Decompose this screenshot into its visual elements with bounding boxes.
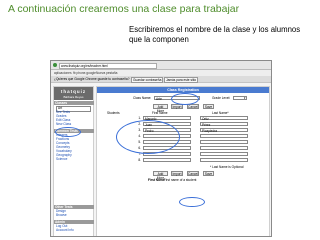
sidebar-header: thatquiz Bárbara Reyes [54, 87, 93, 100]
classes-heading: Classes [54, 101, 94, 105]
first-name-header: First Name [152, 111, 168, 115]
last-name-input[interactable] [200, 158, 248, 162]
highlight-ellipse-new-class [55, 127, 81, 137]
save-password-button[interactable]: Guardar contraseña [131, 77, 164, 83]
row-number: 1. [138, 116, 141, 120]
import-button-bottom[interactable]: Import [171, 171, 183, 176]
last-name-input[interactable] [200, 134, 248, 138]
row-number: 8. [138, 158, 141, 162]
site-logo: thatquiz [60, 89, 87, 94]
slide-title: A continuación crearemos una clase para … [8, 3, 240, 15]
chevron-down-icon: ▼ [243, 97, 246, 100]
sidebar-link-browse[interactable]: Browse [56, 213, 67, 218]
never-save-button[interactable]: Jamás para este sitio [164, 77, 199, 83]
sidebar-link-account-info[interactable]: Account Info [56, 228, 74, 233]
grade-level-label: Grade Level: [212, 96, 231, 100]
highlight-ellipse-class-name [171, 93, 199, 105]
sidebar: thatquiz Bárbara Reyes Classes Art See T… [53, 86, 94, 236]
last-name-input[interactable]: Pérez [200, 122, 248, 127]
add-more-button[interactable]: Add More [153, 104, 168, 113]
highlight-ellipse-save [179, 197, 205, 207]
add-more-button-bottom[interactable]: Add More [153, 171, 168, 180]
page-icon [53, 63, 57, 67]
class-name-label: Class Name: [133, 96, 152, 100]
last-name-input[interactable] [200, 152, 248, 156]
address-bar: www.thatquiz.org/es/teacher.html [51, 61, 271, 70]
callout-text: Escribiremos el nombre de la clase y los… [129, 25, 301, 44]
infobar-message: ¿Quieres que Google Chrome guarde tu con… [54, 77, 130, 81]
last-name-input[interactable] [200, 146, 248, 150]
last-name-input[interactable]: Ortiz [200, 116, 248, 121]
first-name-input[interactable] [143, 158, 191, 162]
password-infobar: ¿Quieres que Google Chrome guarde tu con… [51, 76, 271, 83]
students-label: Students [107, 111, 120, 115]
last-name-input[interactable] [200, 140, 248, 144]
help-text: : First name of a student [162, 178, 197, 182]
last-name-input[interactable]: Picapiedra [200, 128, 248, 133]
sidebar-link-science[interactable]: Science [56, 157, 67, 162]
bookmark-item[interactable]: Nueva pestaña [96, 71, 117, 75]
url-input[interactable]: www.thatquiz.org/es/teacher.html [59, 62, 157, 69]
optional-note: * Last Name is Optional [210, 165, 244, 169]
last-name-header: Last Name* [212, 111, 229, 115]
cancel-button-bottom[interactable]: Cancel [187, 171, 199, 176]
bookmark-item[interactable]: fb phone.google [73, 71, 96, 75]
bookmark-item[interactable]: aplicaciones [54, 71, 72, 75]
save-button[interactable]: Save [203, 104, 214, 109]
highlight-ellipse-students [116, 120, 180, 154]
user-name: Bárbara Reyes [63, 95, 84, 99]
save-button-bottom[interactable]: Save [203, 171, 214, 176]
grade-level-select[interactable]: ▼ [233, 96, 247, 100]
class-registration-panel: Class Registration Class Name: Arte Grad… [96, 86, 270, 236]
